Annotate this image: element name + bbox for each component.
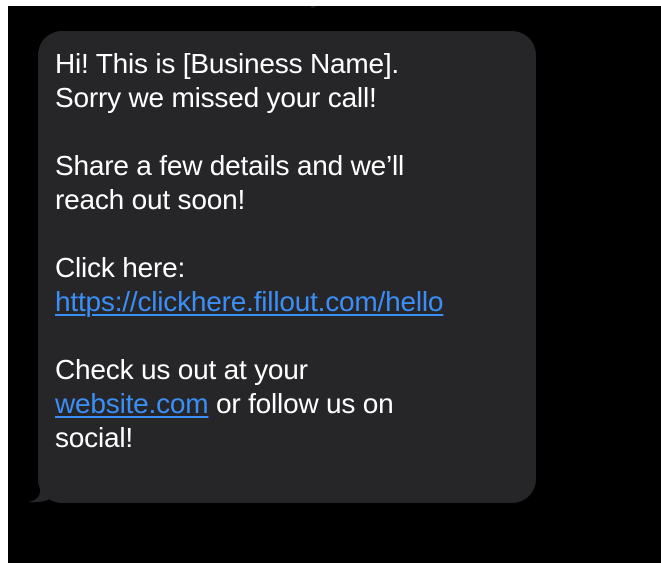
share-line-1: Share a few details and we’ll: [55, 150, 405, 181]
greeting-line-2: Sorry we missed your call!: [55, 82, 377, 113]
follow-us-text: or follow us on: [208, 388, 394, 419]
click-here-label: Click here:: [55, 252, 186, 283]
messages-screen: Hi! This is [Business Name]. Sorry we mi…: [8, 6, 661, 563]
check-us-out-text: Check us out at your: [55, 354, 308, 385]
incoming-message-bubble[interactable]: Hi! This is [Business Name]. Sorry we mi…: [38, 31, 536, 503]
status-indicator: [310, 6, 316, 8]
share-details-paragraph: Share a few details and we’ll reach out …: [55, 149, 526, 217]
social-text: social!: [55, 422, 133, 453]
greeting-line-1: Hi! This is [Business Name].: [55, 48, 399, 79]
social-paragraph: Check us out at your website.com or foll…: [55, 353, 526, 455]
click-here-paragraph: Click here: https://clickhere.fillout.co…: [55, 251, 526, 319]
form-link[interactable]: https://clickhere.fillout.com/hello: [55, 286, 443, 317]
message-bubble-group[interactable]: Hi! This is [Business Name]. Sorry we mi…: [28, 31, 536, 503]
greeting-paragraph: Hi! This is [Business Name]. Sorry we mi…: [55, 47, 526, 115]
website-link[interactable]: website.com: [55, 388, 209, 419]
share-line-2: reach out soon!: [55, 184, 246, 215]
